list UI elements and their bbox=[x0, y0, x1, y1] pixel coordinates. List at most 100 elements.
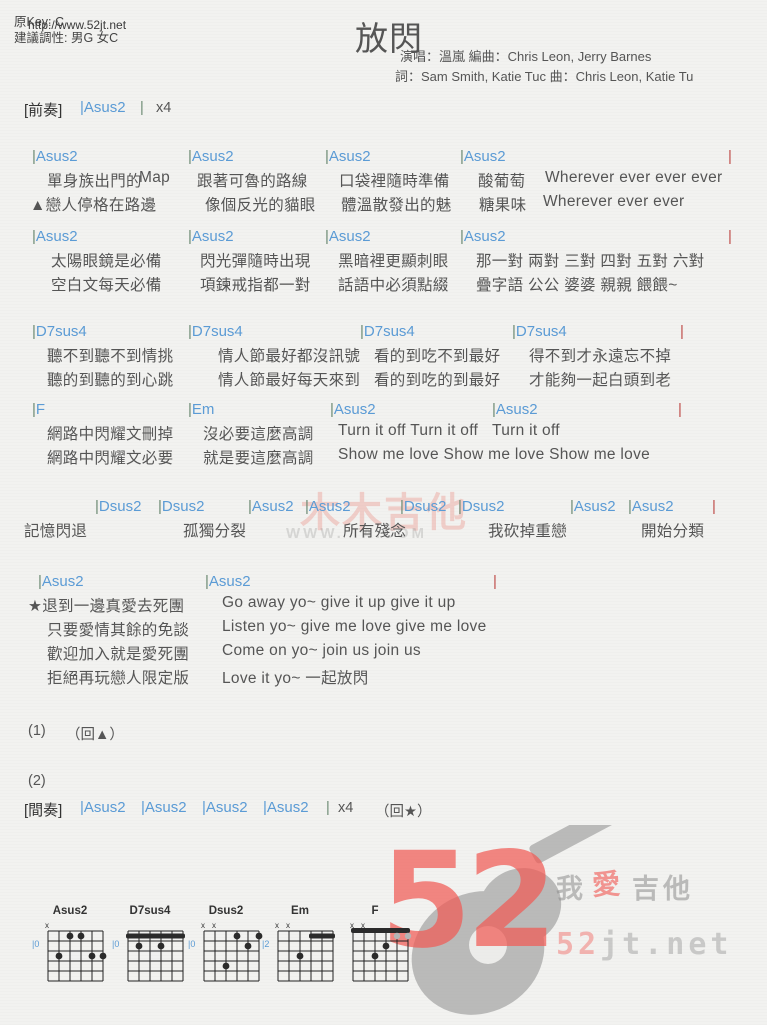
chord-diagram-name: D7sus4 bbox=[129, 905, 171, 917]
lyric-chorus-3-0: 拒絕再玩戀人限定版 bbox=[47, 670, 190, 687]
chord-name: D7sus4 bbox=[363, 323, 415, 340]
chord-diagram-name: Em bbox=[291, 905, 309, 917]
lyric-chorus-0-1: Go away yo~ give it up give it up bbox=[222, 594, 456, 611]
chord-verse-2-1: |D7sus4 bbox=[188, 323, 243, 340]
lyric-verse-1a-0-3: 口袋裡隨時準備 bbox=[339, 173, 450, 190]
interlude-chord-4: |Asus2 bbox=[263, 799, 309, 816]
lyric-pre-chorus-0-4: 開始分類 bbox=[641, 523, 705, 540]
lyric-verse-3-1-2: Show me love Show me love Show me love bbox=[338, 446, 651, 463]
chord-pre-chorus-3: |Asus2 bbox=[305, 498, 351, 515]
svg-text:|0: |0 bbox=[188, 939, 195, 949]
interlude-endbar: | bbox=[326, 800, 330, 816]
chord-name: Asus2 bbox=[631, 498, 674, 515]
chord-name: F bbox=[35, 401, 46, 418]
chord-name: D7sus4 bbox=[191, 323, 243, 340]
svg-text:|2: |2 bbox=[262, 939, 269, 949]
chord-verse-1b-4: | bbox=[728, 228, 732, 245]
chord-diagram-d7sus4: D7sus4 |0 bbox=[110, 905, 190, 994]
lyric-verse-3-0-3: Turn it off bbox=[492, 422, 560, 439]
chord-verse-2-3: |D7sus4 bbox=[512, 323, 567, 340]
chord-verse-1a-2: |Asus2 bbox=[325, 148, 371, 165]
interlude-chord-2: |Asus2 bbox=[141, 799, 187, 816]
chord-name: Asus2 bbox=[41, 573, 84, 590]
chord-name: Asus2 bbox=[328, 148, 371, 165]
lyric-pre-chorus-0-1: 孤獨分裂 bbox=[183, 523, 247, 540]
chord-verse-2-2: |D7sus4 bbox=[360, 323, 415, 340]
chord-pre-chorus-5: |Dsus2 bbox=[458, 498, 504, 515]
lyric-verse-1a-0-0: 單身族出門的 bbox=[47, 173, 142, 190]
intro-label: [前奏] bbox=[24, 102, 63, 119]
interlude-chord-3: |Asus2 bbox=[202, 799, 248, 816]
chord-verse-2-4: | bbox=[680, 323, 684, 340]
chord-name: Dsus2 bbox=[98, 498, 142, 515]
outro-repeat-2: (2) bbox=[28, 773, 46, 789]
lyric-chorus-1-1: Listen yo~ give me love give me love bbox=[222, 618, 487, 635]
chord-pre-chorus-2: |Asus2 bbox=[248, 498, 294, 515]
chord-pre-chorus-0: |Dsus2 bbox=[95, 498, 141, 515]
lyric-chorus-0-0: ★退到一邊真愛去死團 bbox=[28, 598, 185, 615]
lyric-verse-1b-1-2: 話語中必須點綴 bbox=[338, 277, 449, 294]
chord-verse-1b-3: |Asus2 bbox=[460, 228, 506, 245]
chord-sheet: 原Key: C 建議調性: 男G 女C http://www.52jt.net … bbox=[0, 0, 767, 1025]
chord-name: Asus2 bbox=[251, 498, 294, 515]
lyric-chorus-2-0: 歡迎加入就是愛死團 bbox=[47, 646, 190, 663]
header-url[interactable]: http://www.52jt.net bbox=[28, 18, 126, 32]
chord-verse-1a-4: | bbox=[728, 148, 732, 165]
chord-name: Dsus2 bbox=[161, 498, 205, 515]
chord-name: Asus2 bbox=[191, 228, 234, 245]
chord-name: Dsus2 bbox=[461, 498, 505, 515]
lyric-verse-1b-1-0: 空白文每天必備 bbox=[51, 277, 162, 294]
lyric-pre-chorus-0-2: 所有殘念 bbox=[343, 523, 407, 540]
chord-pre-chorus-1: |Dsus2 bbox=[158, 498, 204, 515]
lyric-verse-1b-1-3: 疊字語 公公 婆婆 親親 餵餵~ bbox=[476, 277, 678, 294]
lyric-verse-1a-1-0: ▲戀人停格在路邊 bbox=[30, 197, 157, 214]
svg-text:x: x bbox=[212, 921, 216, 930]
chord-verse-3-2: |Asus2 bbox=[330, 401, 376, 418]
lyric-verse-1a-1-2: 體溫散發出的魅 bbox=[341, 197, 452, 214]
lyric-verse-2-1-0: 聽的到聽的到心跳 bbox=[47, 372, 174, 389]
lyric-verse-1b-0-1: 閃光彈隨時出現 bbox=[200, 253, 311, 270]
lyric-pre-chorus-0-0: 記憶閃退 bbox=[24, 523, 88, 540]
chord-pre-chorus-4: |Dsus2 bbox=[400, 498, 446, 515]
lyric-verse-2-1-2: 看的到吃的到最好 bbox=[374, 372, 501, 389]
chord-name: Asus2 bbox=[573, 498, 616, 515]
lyric-chorus-2-1: Come on yo~ join us join us bbox=[222, 642, 421, 659]
chord-verse-3-4: | bbox=[678, 401, 682, 418]
interlude-note: （回★） bbox=[375, 804, 432, 820]
chord-verse-1a-1: |Asus2 bbox=[188, 148, 234, 165]
chord-verse-3-3: |Asus2 bbox=[492, 401, 538, 418]
svg-text:x: x bbox=[45, 921, 49, 930]
lyric-verse-2-1-1: 情人節最好每天來到 bbox=[218, 372, 361, 389]
chord-name: Asus2 bbox=[191, 148, 234, 165]
intro-repeat: x4 bbox=[156, 100, 172, 116]
chord-verse-1a-3: |Asus2 bbox=[460, 148, 506, 165]
chord-diagram-asus2: Asus2 x |0 bbox=[30, 905, 110, 994]
lyric-verse-2-0-3: 得不到才永遠忘不掉 bbox=[529, 348, 672, 365]
chord-verse-1b-1: |Asus2 bbox=[188, 228, 234, 245]
svg-text:|0: |0 bbox=[112, 939, 119, 949]
credits-lyricist-composer: 詞：Sam Smith, Katie Tuc 曲：Chris Leon, Kat… bbox=[395, 69, 694, 84]
chord-verse-3-0: |F bbox=[32, 401, 45, 418]
chord-diagram-grid: xx bbox=[350, 921, 412, 982]
chord-name: Dsus2 bbox=[403, 498, 447, 515]
lyric-verse-3-0-0: 網路中閃耀文刪掉 bbox=[47, 426, 174, 443]
lyric-verse-3-0-2: Turn it off Turn it off bbox=[338, 422, 479, 439]
interlude-repeat: x4 bbox=[338, 800, 354, 816]
chord-diagram-f: Fxx bbox=[335, 905, 415, 994]
chord-name: Asus2 bbox=[35, 228, 78, 245]
chord-verse-1b-2: |Asus2 bbox=[325, 228, 371, 245]
credits-performer-arranger: 演唱：溫嵐 編曲：Chris Leon, Jerry Barnes bbox=[400, 49, 652, 64]
chord-name: Em bbox=[191, 401, 215, 418]
lyric-verse-2-0-0: 聽不到聽不到情挑 bbox=[47, 348, 174, 365]
chord-diagram-grid: x |0 bbox=[32, 921, 107, 982]
chord-name: Asus2 bbox=[35, 148, 78, 165]
lyric-verse-1b-0-0: 太陽眼鏡是必備 bbox=[51, 253, 162, 270]
intro-chord: |Asus2 bbox=[80, 99, 126, 116]
lyric-chorus-3-1: Love it yo~ 一起放閃 bbox=[222, 670, 369, 687]
chord-chorus-1: |Asus2 bbox=[205, 573, 251, 590]
chord-diagram-grid: |0 bbox=[112, 930, 185, 982]
chord-name: Asus2 bbox=[333, 401, 376, 418]
lyric-verse-1a-0-2: 跟著可魯的路線 bbox=[197, 173, 308, 190]
chord-name: D7sus4 bbox=[35, 323, 87, 340]
chord-diagram-em: Em x x |2 bbox=[260, 905, 340, 994]
